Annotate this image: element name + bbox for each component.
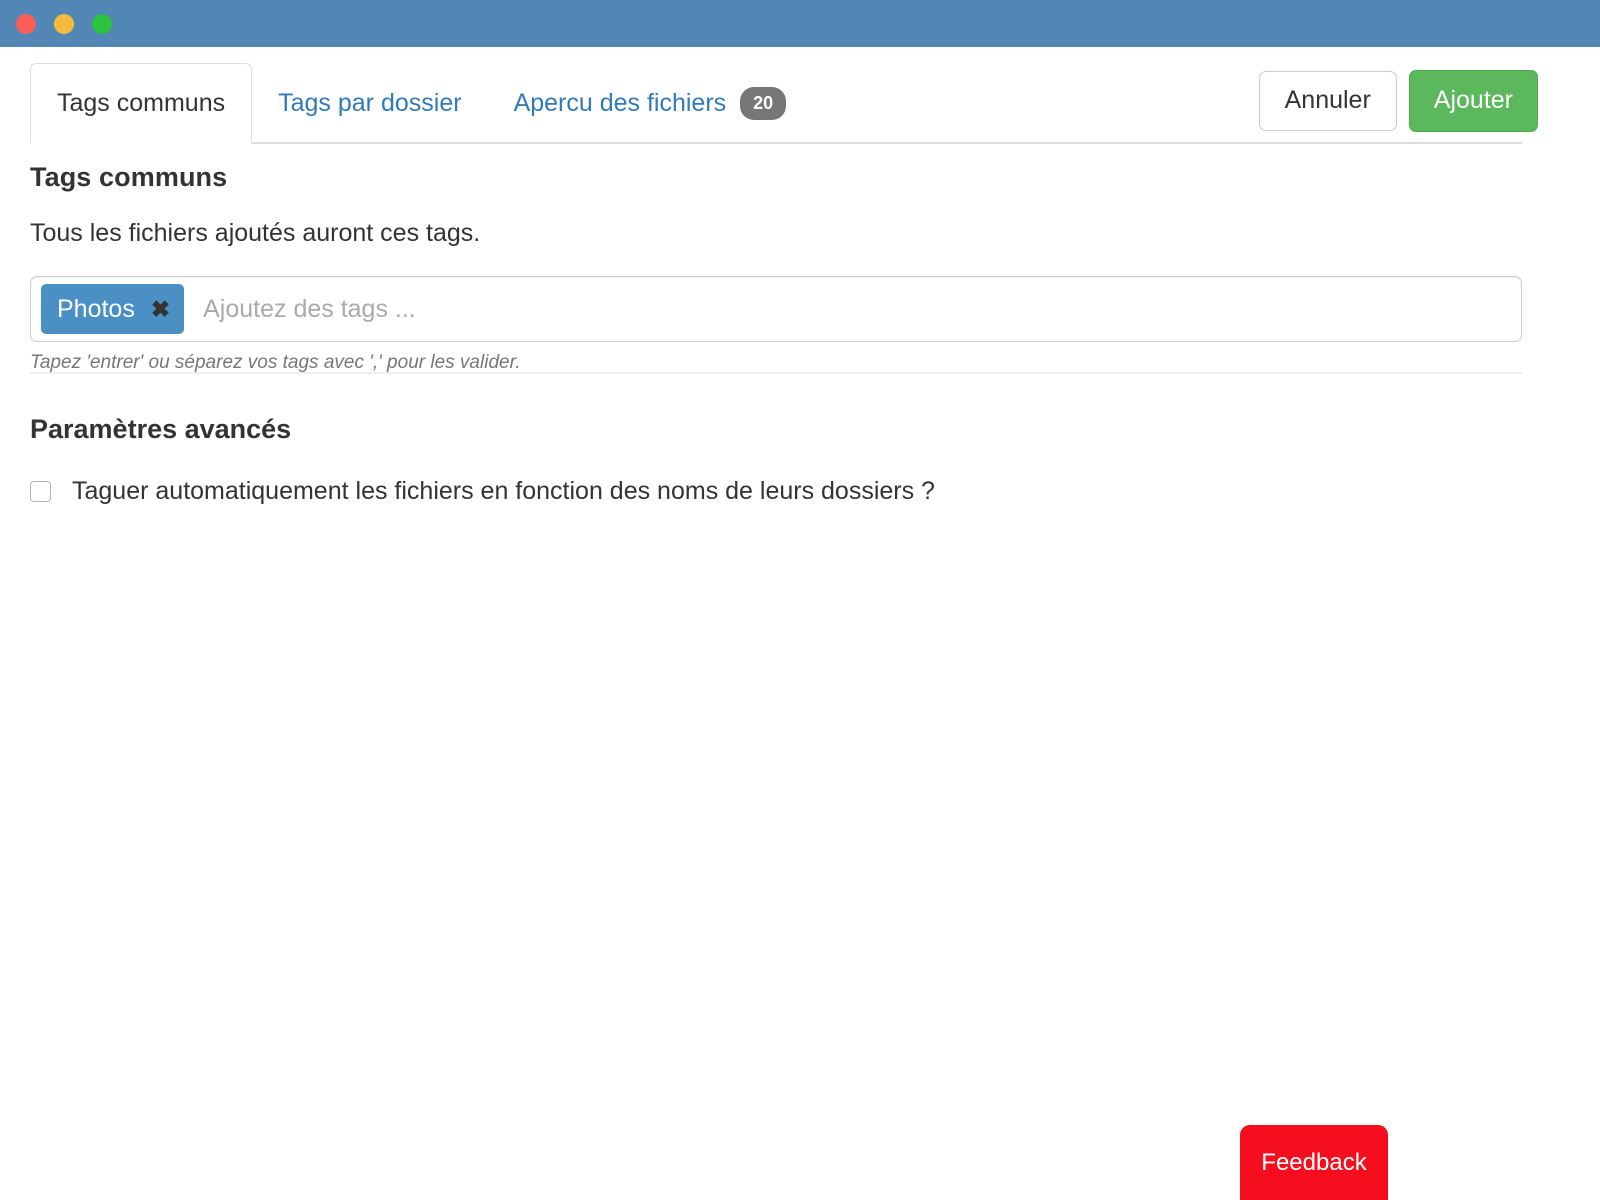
feedback-button[interactable]: Feedback	[1240, 1125, 1388, 1200]
maximize-window-icon[interactable]	[92, 14, 112, 34]
remove-tag-icon[interactable]: ✖	[151, 297, 170, 321]
feedback-button-label: Feedback	[1261, 1148, 1367, 1176]
tab-label: Tags par dossier	[278, 89, 462, 117]
tags-help-text: Tapez 'entrer' ou séparez vos tags avec …	[30, 352, 521, 373]
advanced-settings-section: Paramètres avancés Taguer automatiquemen…	[30, 414, 1522, 506]
tag-chip-photos[interactable]: Photos ✖	[41, 284, 185, 334]
header-actions: Annuler Ajouter	[1258, 70, 1538, 132]
tab-tags-par-dossier[interactable]: Tags par dossier	[252, 65, 487, 142]
tags-input-placeholder[interactable]: Ajoutez des tags ...	[188, 295, 1511, 324]
tag-chip-label: Photos	[57, 294, 135, 323]
auto-tag-row: Taguer automatiquement les fichiers en f…	[30, 477, 1522, 506]
auto-tag-checkbox[interactable]	[30, 481, 51, 502]
tab-label: Apercu des fichiers	[513, 89, 727, 117]
add-button[interactable]: Ajouter	[1408, 70, 1538, 132]
close-window-icon[interactable]	[16, 14, 36, 34]
window-titlebar	[0, 0, 1600, 47]
tags-input-field[interactable]: Photos ✖ Ajoutez des tags ...	[30, 276, 1522, 342]
section-divider	[30, 372, 1522, 374]
section-title: Tags communs	[30, 162, 228, 192]
tab-tags-communs[interactable]: Tags communs	[30, 63, 253, 144]
section-description: Tous les fichiers ajoutés auront ces tag…	[30, 219, 481, 247]
app-body: Tags communs Tags par dossier Apercu des…	[0, 47, 1600, 1200]
minimize-window-icon[interactable]	[54, 14, 74, 34]
advanced-settings-title: Paramètres avancés	[30, 414, 292, 444]
tab-apercu-des-fichiers[interactable]: Apercu des fichiers 20	[488, 65, 813, 142]
traffic-light-group	[16, 14, 112, 34]
auto-tag-label[interactable]: Taguer automatiquement les fichiers en f…	[72, 477, 935, 506]
cancel-button[interactable]: Annuler	[1258, 71, 1397, 131]
file-count-badge: 20	[740, 87, 787, 120]
tab-label: Tags communs	[57, 88, 226, 117]
common-tags-section: Tags communs Tous les fichiers ajoutés a…	[30, 162, 1522, 374]
